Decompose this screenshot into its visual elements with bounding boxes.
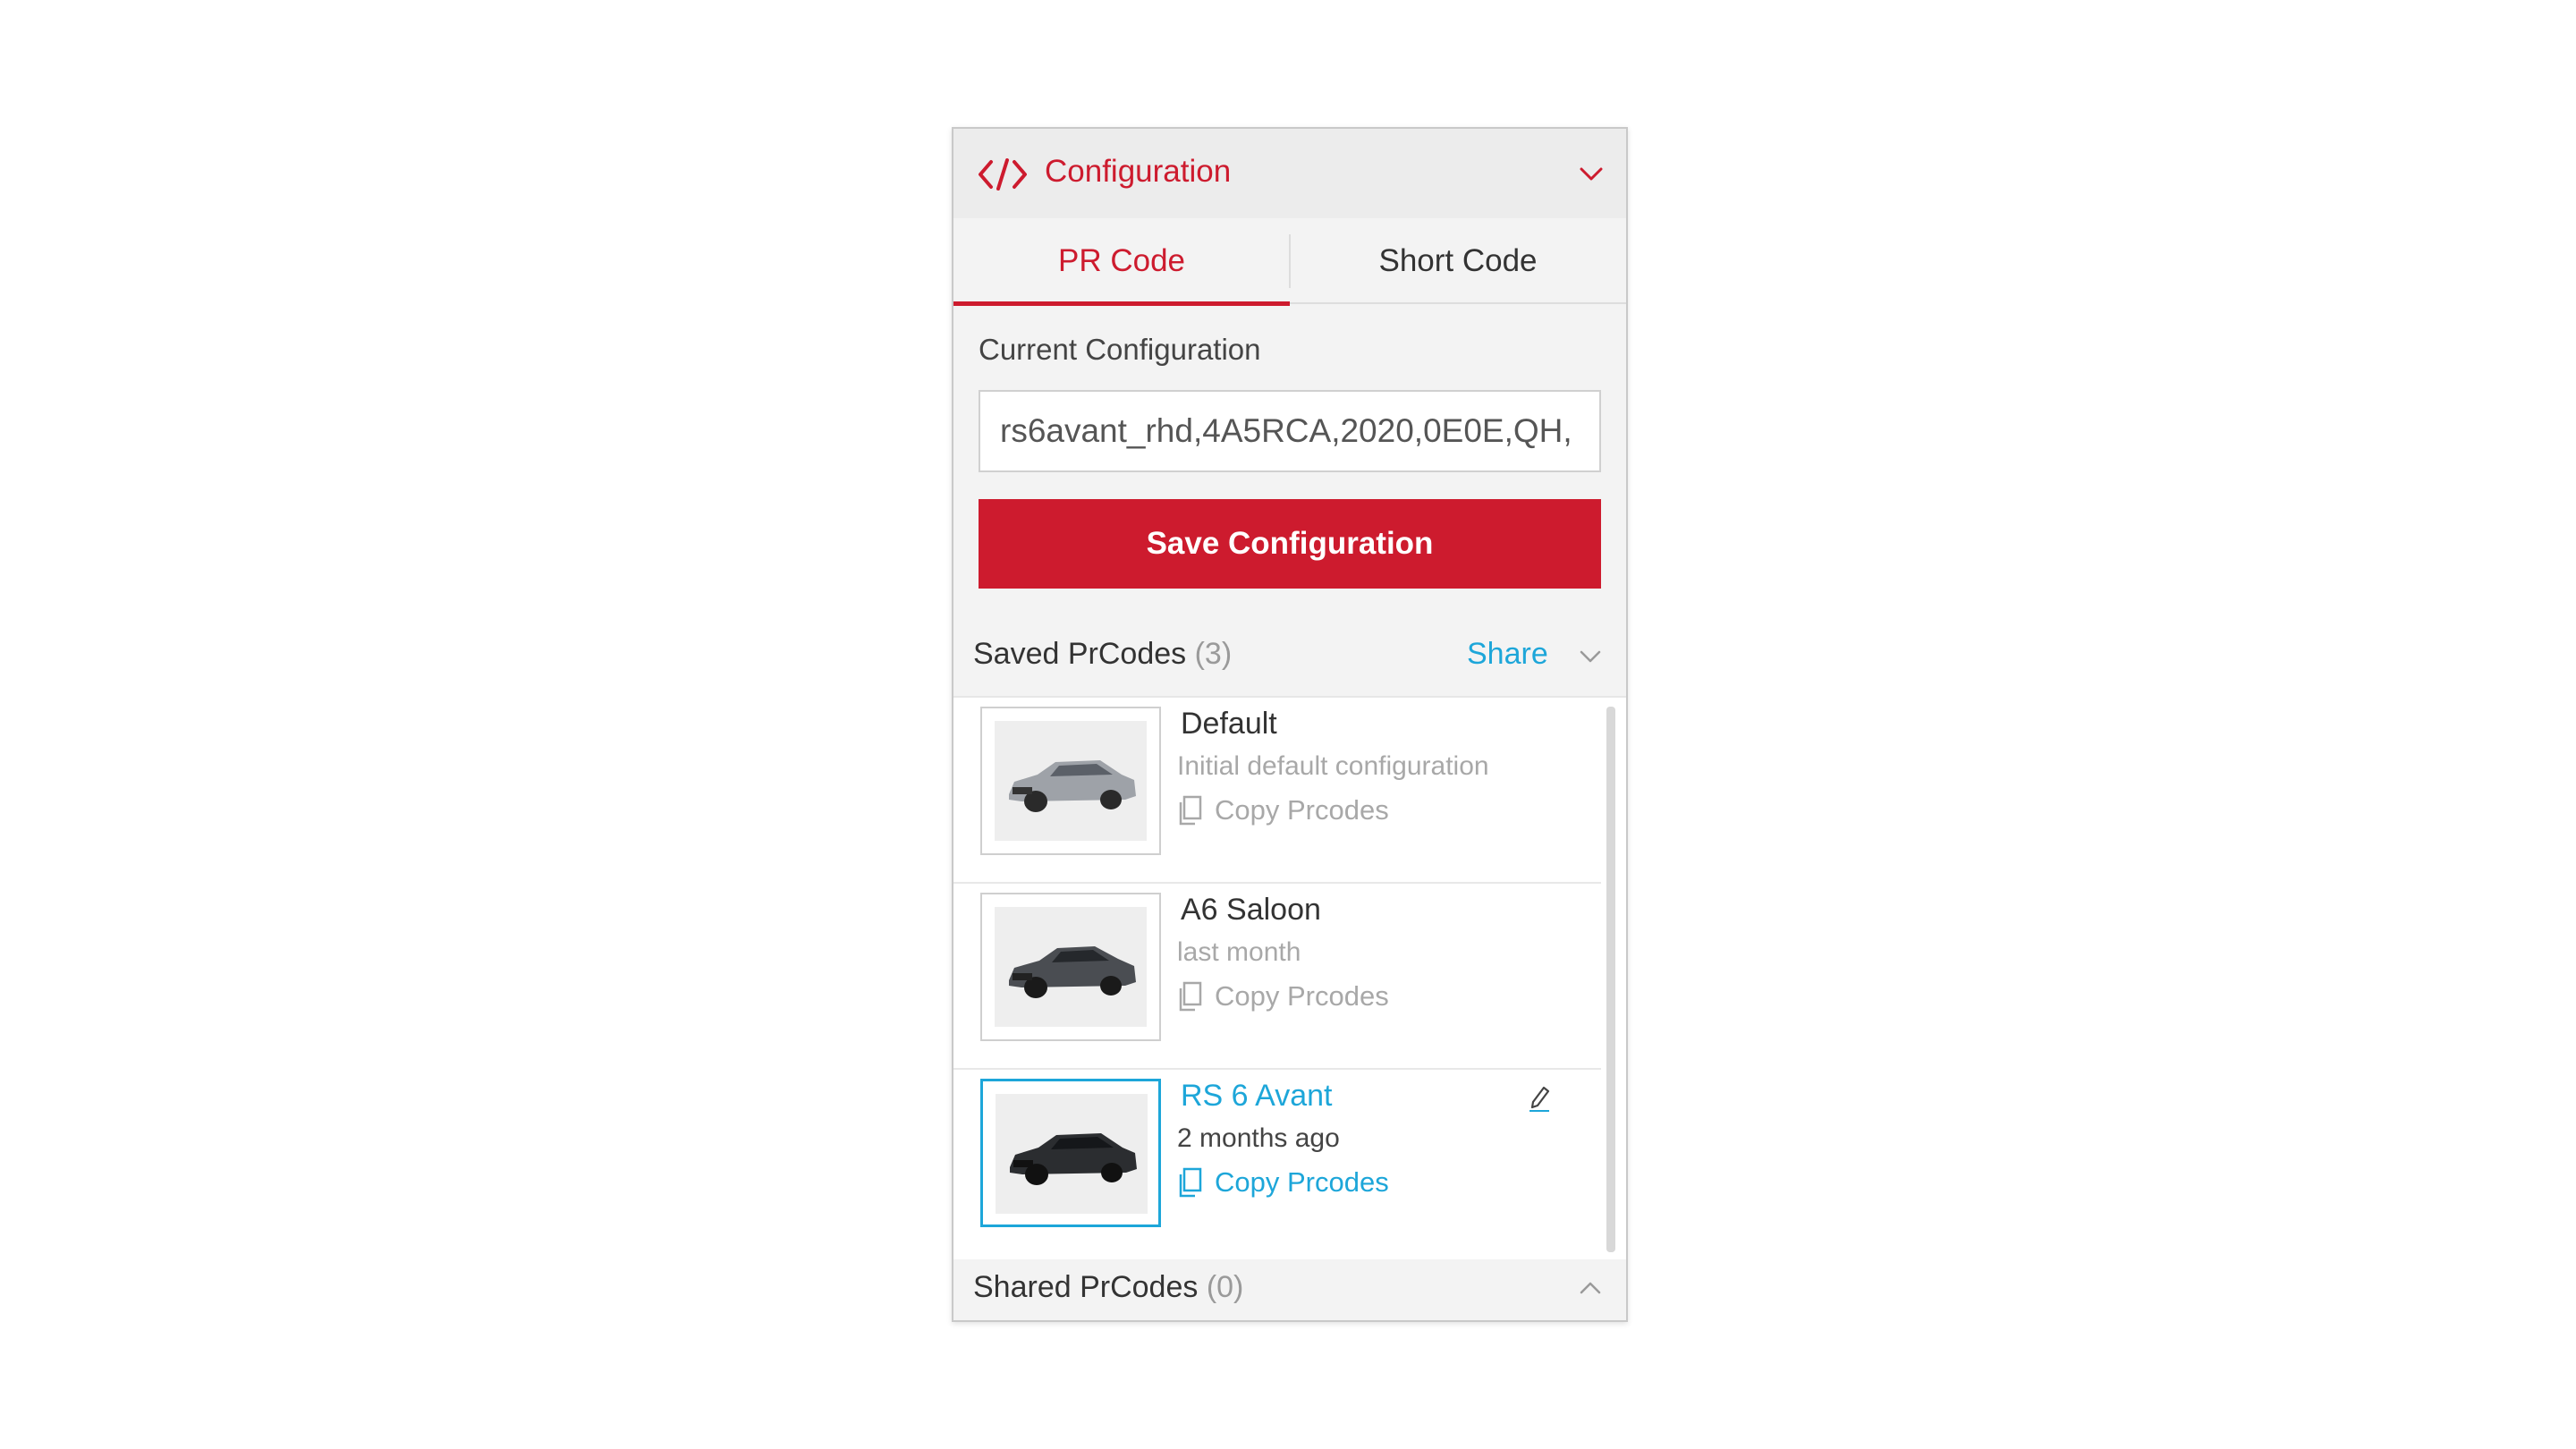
configuration-header[interactable]: Configuration <box>953 129 1626 218</box>
save-configuration-button[interactable]: Save Configuration <box>979 499 1601 589</box>
item-title: Default <box>1181 707 1277 741</box>
saved-prcodes-label: Saved PrCodes <box>973 637 1187 671</box>
chevron-up-icon[interactable] <box>1580 1281 1601 1295</box>
saved-prcodes-list: Default Initial default configuration Co… <box>953 696 1626 1259</box>
current-configuration-input[interactable] <box>979 390 1601 472</box>
code-tabs: PR Code Short Code <box>953 218 1626 306</box>
item-subtitle: last month <box>1177 937 1301 967</box>
copy-prcodes-button[interactable]: Copy Prcodes <box>1177 979 1389 1014</box>
copy-prcodes-label: Copy Prcodes <box>1215 1166 1389 1198</box>
copy-icon <box>1179 1167 1202 1198</box>
copy-prcodes-label: Copy Prcodes <box>1215 980 1389 1012</box>
item-title: RS 6 Avant <box>1181 1079 1333 1113</box>
shared-prcodes-count: (0) <box>1206 1270 1244 1304</box>
current-configuration-label: Current Configuration <box>979 333 1261 366</box>
configuration-panel: Configuration PR Code Short Code Current… <box>952 127 1628 1322</box>
list-scrollbar[interactable] <box>1606 707 1615 1252</box>
code-icon <box>979 158 1027 191</box>
car-thumbnail[interactable] <box>980 707 1161 855</box>
car-image-icon <box>1009 760 1136 812</box>
chevron-down-icon[interactable] <box>1580 166 1603 182</box>
pencil-edit-icon[interactable] <box>1526 1082 1553 1113</box>
chevron-down-icon[interactable] <box>1580 649 1601 664</box>
copy-prcodes-label: Copy Prcodes <box>1215 794 1389 826</box>
copy-prcodes-button[interactable]: Copy Prcodes <box>1177 1165 1389 1200</box>
list-item[interactable]: Default Initial default configuration Co… <box>953 698 1601 884</box>
copy-icon <box>1179 795 1202 826</box>
copy-prcodes-button[interactable]: Copy Prcodes <box>1177 792 1389 828</box>
item-title: A6 Saloon <box>1181 893 1321 927</box>
tab-pr-code[interactable]: PR Code <box>953 218 1290 306</box>
shared-prcodes-label: Shared PrCodes <box>973 1270 1199 1304</box>
shared-prcodes-header[interactable]: Shared PrCodes (0) <box>953 1259 1626 1320</box>
list-item[interactable]: A6 Saloon last month Copy Prcodes <box>953 884 1601 1070</box>
saved-prcodes-header[interactable]: Saved PrCodes (3) Share <box>953 610 1626 696</box>
saved-prcodes-title: Saved PrCodes (3) <box>973 637 1232 672</box>
item-subtitle: Initial default configuration <box>1177 751 1489 781</box>
item-subtitle: 2 months ago <box>1177 1123 1340 1153</box>
car-thumbnail[interactable] <box>980 893 1161 1041</box>
list-item-selected[interactable]: RS 6 Avant 2 months ago Copy Prcodes <box>953 1070 1601 1256</box>
tab-short-code[interactable]: Short Code <box>1290 218 1626 304</box>
copy-icon <box>1179 981 1202 1012</box>
saved-prcodes-count: (3) <box>1194 637 1233 671</box>
car-image-icon <box>1010 1133 1137 1185</box>
car-image-icon <box>1009 946 1136 998</box>
configuration-title: Configuration <box>1045 154 1232 189</box>
car-thumbnail[interactable] <box>980 1079 1161 1227</box>
shared-prcodes-title: Shared PrCodes (0) <box>973 1270 1243 1305</box>
share-link[interactable]: Share <box>1467 637 1548 672</box>
